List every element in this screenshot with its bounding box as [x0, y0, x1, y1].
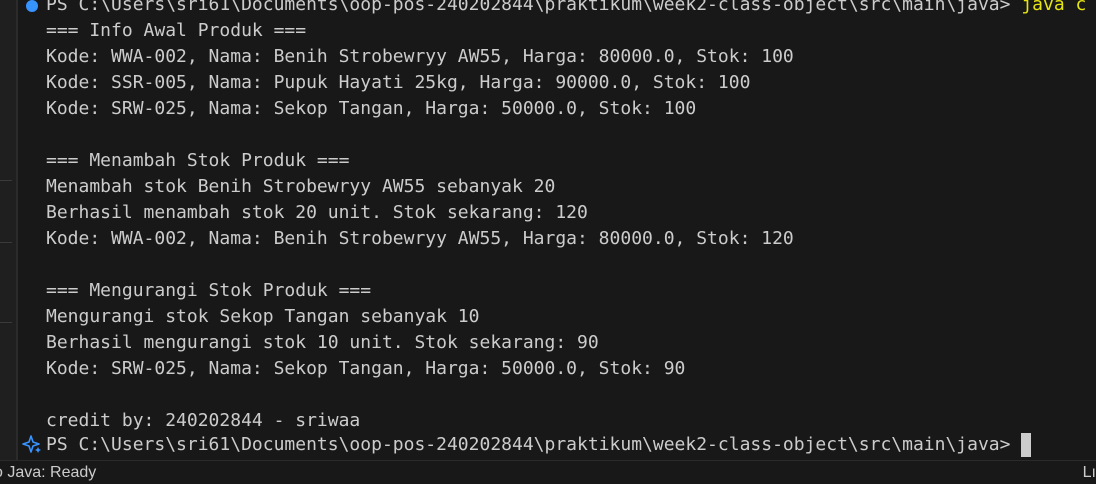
prompt-path: PS C:\Users\sri61\Documents\oop-pos-2402…	[46, 0, 1011, 15]
cursor-position-item[interactable]: Lı	[1083, 464, 1096, 482]
terminal-output-line: Kode: SSR-005, Nama: Pupuk Hayati 25kg, …	[46, 72, 751, 93]
terminal-output-line: === Info Awal Produk ===	[46, 20, 307, 41]
terminal-panel[interactable]: PS C:\Users\sri61\Documents\oop-pos-2402…	[18, 0, 1096, 460]
terminal-output-line: credit by: 240202844 - sriwaa	[46, 410, 361, 431]
gutter-separator	[0, 322, 12, 323]
command-decoration-icon[interactable]	[26, 0, 38, 12]
gutter-separator	[0, 242, 12, 243]
terminal-output-line: Kode: WWA-002, Nama: Benih Strobewryy AW…	[46, 46, 794, 67]
prompt-path: PS C:\Users\sri61\Documents\oop-pos-2402…	[46, 434, 1011, 455]
terminal-prompt-top: PS C:\Users\sri61\Documents\oop-pos-2402…	[46, 0, 1086, 18]
terminal-output-line: Berhasil mengurangi stok 10 unit. Stok s…	[46, 332, 599, 353]
gutter-separator	[0, 180, 12, 181]
java-status-item[interactable]: o Java: Ready	[0, 464, 96, 482]
terminal-output-line: === Mengurangi Stok Produk ===	[46, 280, 372, 301]
terminal-output-line: Berhasil menambah stok 20 unit. Stok sek…	[46, 202, 588, 223]
terminal-output-line: Mengurangi stok Sekop Tangan sebanyak 10	[46, 306, 480, 327]
vscode-terminal-window: PS C:\Users\sri61\Documents\oop-pos-2402…	[0, 0, 1096, 484]
prompt-command: java c	[1021, 0, 1087, 15]
terminal-cursor	[1020, 433, 1031, 457]
terminal-prompt-bottom[interactable]: PS C:\Users\sri61\Documents\oop-pos-2402…	[46, 432, 1031, 458]
terminal-output-line: Kode: WWA-002, Nama: Benih Strobewryy AW…	[46, 228, 794, 249]
editor-gutter-strip	[0, 0, 16, 460]
terminal-output-line: Kode: SRW-025, Nama: Sekop Tangan, Harga…	[46, 358, 686, 379]
terminal-output-line: Menambah stok Benih Strobewryy AW55 seba…	[46, 176, 556, 197]
terminal-output-line: === Menambah Stok Produk ===	[46, 150, 350, 171]
sparkle-icon[interactable]	[22, 434, 42, 454]
terminal-output-line: Kode: SRW-025, Nama: Sekop Tangan, Harga…	[46, 98, 697, 119]
status-bar: o Java: Ready Lı	[0, 460, 1096, 484]
